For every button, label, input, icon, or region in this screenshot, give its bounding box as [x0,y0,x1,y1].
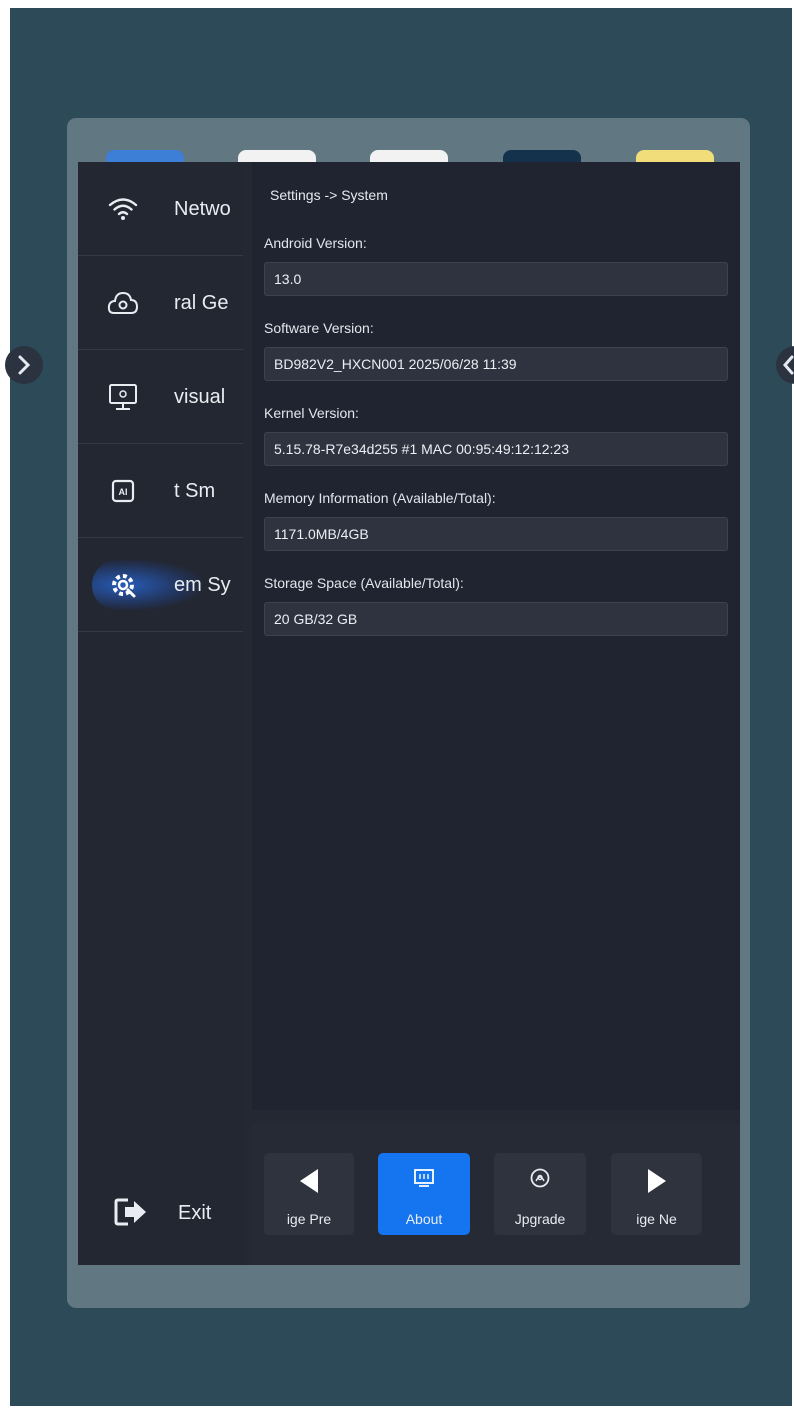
sidebar-item-label: visual [174,386,226,408]
field-label: Storage Space (Available/Total): [264,575,464,591]
next-page-button[interactable]: ige Ne [611,1153,702,1235]
previous-page-button[interactable]: ige Pre [264,1153,354,1235]
settings-window: Netwo ral Ge visual AI t Sm em Sy Exit S… [78,162,740,1265]
about-button[interactable]: About [378,1153,470,1235]
field-label: Memory Information (Available/Total): [264,490,496,506]
storage-space-value: 20 GB/32 GB [264,602,728,636]
upgrade-icon [529,1167,551,1192]
about-label: About [405,1211,443,1227]
sidebar-item-label: Netwo [174,198,231,220]
sidebar-item-label: t Sm [174,480,216,502]
breadcrumb: Settings -> System [270,187,388,203]
triangle-left-icon [298,1167,320,1198]
sidebar-item-label: ral Ge [174,292,229,314]
sidebar-item-label: em Sy [174,574,231,596]
previous-page-label: ige Pre [286,1211,332,1227]
wifi-icon [106,192,140,226]
field-label: Kernel Version: [264,405,359,421]
svg-text:AI: AI [119,487,128,497]
exit-label: Exit [178,1202,212,1224]
sidebar: Netwo ral Ge visual AI t Sm em Sy Exit [78,162,243,1265]
field-label: Android Version: [264,235,367,251]
software-version-value: BD982V2_HXCN001 2025/06/28 11:39 [264,347,728,381]
sidebar-item-system[interactable]: em Sy [78,538,243,632]
bottom-toolbar: ige Pre About Jpgrade ige Ne [252,1124,740,1265]
next-page-label: ige Ne [636,1211,677,1227]
ai-chip-icon: AI [106,474,140,508]
expand-left-button[interactable] [5,346,43,384]
system-info-panel: Settings -> System Android Version: 13.0… [252,162,740,1110]
android-version-value: 13.0 [264,262,728,296]
triangle-right-icon [646,1167,668,1198]
memory-info-value: 1171.0MB/4GB [264,517,728,551]
chevron-left-icon [783,355,794,375]
sidebar-item-network[interactable]: Netwo [78,162,243,256]
sidebar-item-audiovisual[interactable]: visual [78,350,243,444]
monitor-icon [106,380,140,414]
expand-right-button[interactable] [776,346,794,384]
upgrade-label: Jpgrade [514,1211,566,1227]
gear-icon [106,568,140,602]
chevron-right-icon [18,355,31,375]
kernel-version-value: 5.15.78-R7e34d255 #1 MAC 00:95:49:12:12:… [264,432,728,466]
sidebar-item-general[interactable]: ral Ge [78,256,243,350]
exit-button[interactable]: Exit [78,1172,243,1252]
cloud-settings-icon [106,286,140,320]
sidebar-item-smart[interactable]: AI t Sm [78,444,243,538]
field-label: Software Version: [264,320,374,336]
monitor-icon [413,1167,435,1192]
exit-icon [114,1197,150,1227]
upgrade-button[interactable]: Jpgrade [494,1153,586,1235]
